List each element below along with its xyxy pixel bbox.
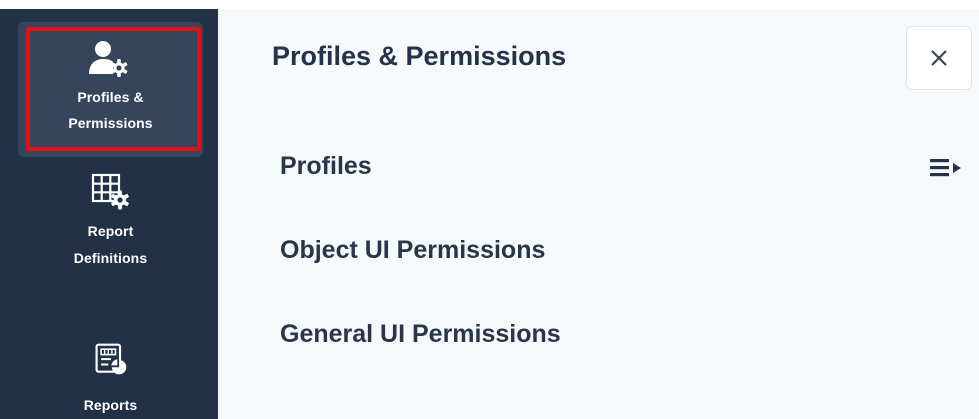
profiles-permissions-panel: Profiles & Permissions Profiles Object U… — [218, 9, 979, 419]
close-button[interactable] — [906, 26, 972, 90]
sidebar-item-reports[interactable]: Reports — [18, 342, 203, 419]
sidebar: Profiles & Permissions Report Definition… — [0, 0, 218, 419]
expand-list-icon[interactable] — [930, 158, 966, 178]
sidebar-item-label: Permissions — [68, 115, 153, 131]
close-icon — [931, 50, 947, 66]
sidebar-item-label: Profiles & — [77, 89, 144, 105]
user-gear-icon — [88, 41, 127, 77]
link-profiles[interactable]: Profiles — [280, 152, 372, 181]
sidebar-item-label: Reports — [83, 397, 138, 413]
sidebar-item-profiles-permissions[interactable]: Profiles & Permissions — [18, 22, 203, 157]
report-chart-icon — [95, 343, 126, 375]
link-general-ui-permissions[interactable]: General UI Permissions — [280, 320, 561, 349]
sidebar-item-report-definitions[interactable]: Report Definitions — [18, 172, 203, 297]
link-object-ui-permissions[interactable]: Object UI Permissions — [280, 236, 545, 265]
panel-title: Profiles & Permissions — [272, 41, 567, 71]
grid-gear-icon — [91, 173, 129, 210]
sidebar-item-label: Definitions — [73, 250, 148, 266]
sidebar-item-label: Report — [87, 223, 134, 239]
